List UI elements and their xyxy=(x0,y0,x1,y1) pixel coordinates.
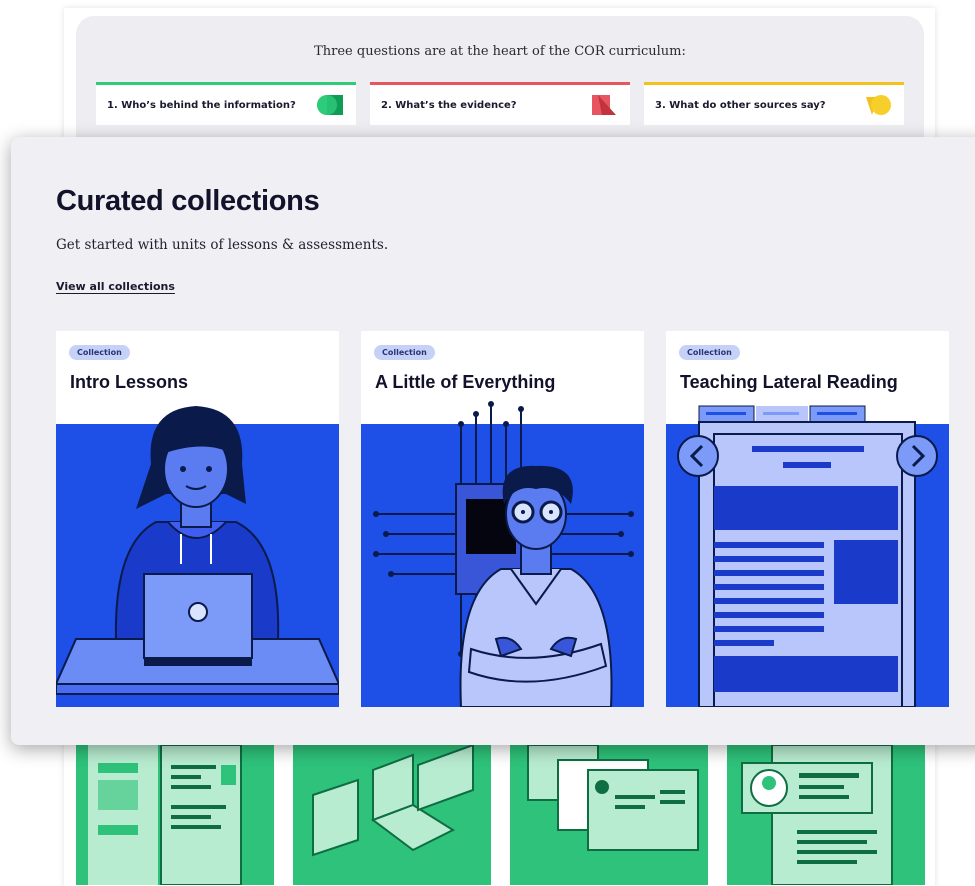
collection-title: Intro Lessons xyxy=(70,372,189,392)
section-subtitle: Get started with units of lessons & asse… xyxy=(56,237,389,253)
collection-badge: Collection xyxy=(69,345,130,360)
question-label: 2. What’s the evidence? xyxy=(381,99,517,111)
background-lesson-card[interactable] xyxy=(510,745,708,885)
view-all-collections-link[interactable]: View all collections xyxy=(56,280,175,293)
red-fold-shape-icon xyxy=(592,95,616,115)
carousel-next-icon xyxy=(896,435,938,477)
laptop-browser-illustration xyxy=(312,745,474,857)
collection-card-intro-lessons[interactable]: Collection Intro Lessons xyxy=(56,331,339,707)
section-title: Curated collections xyxy=(56,185,320,217)
collection-title: A Little of Everything xyxy=(375,372,556,392)
collection-card-a-little-of-everything[interactable]: Collection A Little of Everything xyxy=(361,331,644,707)
background-lesson-card[interactable] xyxy=(727,745,925,885)
green-double-circle-icon xyxy=(317,95,343,115)
question-label: 3. What do other sources say? xyxy=(655,99,826,111)
collection-card-teaching-lateral-reading[interactable]: Collection Teaching Lateral Reading xyxy=(666,331,949,707)
collection-badge: Collection xyxy=(679,345,740,360)
webpage-carousel-illustration xyxy=(666,405,949,707)
question-label: 1. Who’s behind the information? xyxy=(107,99,296,111)
question-card-2[interactable]: 2. What’s the evidence? xyxy=(370,82,630,125)
document-pages-illustration xyxy=(88,745,242,885)
profile-document-illustration xyxy=(741,745,893,885)
page: Three questions are at the heart of the … xyxy=(0,0,975,886)
yellow-circle-icon xyxy=(866,95,891,115)
background-lesson-card[interactable] xyxy=(76,745,274,885)
intro-text: Three questions are at the heart of the … xyxy=(314,44,686,59)
question-card-3[interactable]: 3. What do other sources say? xyxy=(644,82,904,125)
curated-collections-panel: Curated collections Get started with uni… xyxy=(11,137,975,745)
person-with-laptop-illustration xyxy=(56,406,339,707)
question-card-1[interactable]: 1. Who’s behind the information? xyxy=(96,82,356,125)
background-lesson-card[interactable] xyxy=(293,745,491,885)
carousel-prev-icon xyxy=(677,435,719,477)
person-with-circuit-chip-illustration xyxy=(361,401,644,707)
collection-title: Teaching Lateral Reading xyxy=(680,372,898,392)
checklist-windows-illustration xyxy=(527,745,699,851)
collection-badge: Collection xyxy=(374,345,435,360)
